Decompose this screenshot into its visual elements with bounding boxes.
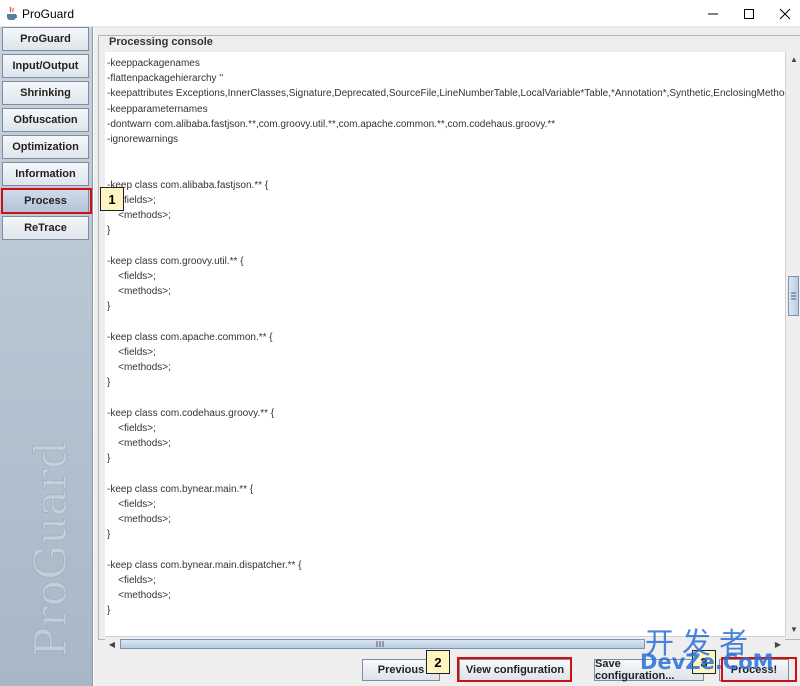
vertical-scroll-thumb[interactable]	[788, 276, 799, 316]
proguard-watermark-logo: ProGuard	[26, 441, 78, 658]
window-title: ProGuard	[22, 7, 75, 21]
site-watermark: 开发者 DevZe.CoM	[640, 620, 800, 686]
scroll-left-arrow-icon[interactable]: ◀	[105, 637, 119, 651]
console-line: <methods>;	[107, 438, 171, 449]
sidebar-item-input-output[interactable]: Input/Output	[2, 54, 89, 78]
console-line: }	[107, 529, 111, 541]
console-line: }	[107, 377, 111, 389]
grip-icon	[791, 292, 796, 300]
sidebar-item-obfuscation[interactable]: Obfuscation	[2, 108, 89, 132]
console-line: -ignorewarnings	[107, 134, 179, 145]
console-line: <methods>;	[107, 362, 171, 373]
console-line: }	[107, 453, 111, 465]
console-line: -keep class com.apache.common.** {	[107, 331, 273, 343]
console-line: <methods>;	[107, 286, 171, 297]
minimize-button[interactable]	[695, 0, 731, 27]
console-line: -keep class com.codehaus.groovy.** {	[107, 407, 275, 419]
console-line: -keep class com.bynear.main.dispatcher.*…	[107, 559, 302, 571]
java-app-icon	[7, 6, 18, 20]
console-line: -keepparameternames	[107, 103, 208, 115]
console-line: -flattenpackagehierarchy ''	[107, 73, 224, 85]
console-line: <methods>;	[107, 514, 171, 525]
sidebar: ProGuard Input/Output Shrinking Obfuscat…	[0, 27, 93, 686]
console-line: }	[107, 225, 111, 237]
console-line: <methods>;	[107, 590, 171, 601]
close-button[interactable]	[767, 0, 800, 27]
console-line: -keep class com.groovy.util.** {	[107, 255, 244, 267]
console-line: -keep class com.bynear.main.** {	[107, 483, 254, 495]
horizontal-scroll-thumb[interactable]	[120, 639, 645, 649]
callout-2: 2	[426, 650, 450, 674]
grip-icon	[376, 641, 384, 647]
site-watermark-en: DevZe.CoM	[640, 650, 774, 674]
callout-1: 1	[100, 187, 124, 211]
console-line: -keeppackagenames	[107, 58, 200, 69]
console-line: -keep class com.alibaba.fastjson.** {	[107, 179, 269, 191]
minimize-icon	[708, 13, 718, 14]
console-line: <fields>;	[107, 270, 156, 282]
processing-console-label: Processing console	[107, 36, 215, 48]
sidebar-item-retrace[interactable]: ReTrace	[2, 216, 89, 240]
console-line: -keepattributes Exceptions,InnerClasses,…	[107, 88, 785, 100]
console-line: <fields>;	[107, 346, 156, 358]
maximize-button[interactable]	[731, 0, 767, 27]
main-panel: Processing console -keeppackagenames -fla…	[94, 27, 800, 686]
sidebar-item-shrinking[interactable]: Shrinking	[2, 81, 89, 105]
console-line: }	[107, 301, 111, 313]
view-configuration-highlight-box	[457, 657, 572, 682]
console-line: -dontwarn com.alibaba.fastjson.**,com.gr…	[107, 118, 556, 130]
close-icon	[779, 8, 791, 19]
console-line: <fields>;	[107, 574, 156, 586]
scroll-up-arrow-icon[interactable]: ▲	[786, 52, 800, 66]
console-line: <fields>;	[107, 498, 156, 510]
watermark-text: ProGuard	[26, 441, 77, 657]
console-line: <fields>;	[107, 422, 156, 434]
vertical-scrollbar[interactable]: ▲ ▼	[785, 52, 800, 636]
process-highlight-box	[1, 188, 92, 214]
window-titlebar: ProGuard	[0, 0, 800, 27]
sidebar-item-proguard[interactable]: ProGuard	[2, 27, 89, 51]
console-line: }	[107, 605, 111, 617]
sidebar-item-optimization[interactable]: Optimization	[2, 135, 89, 159]
maximize-icon	[744, 8, 754, 19]
sidebar-item-information[interactable]: Information	[2, 162, 89, 186]
processing-console-frame: Processing console -keeppackagenames -fla…	[98, 35, 800, 650]
processing-console-text[interactable]: -keeppackagenames -flattenpackagehierarch…	[105, 52, 785, 636]
